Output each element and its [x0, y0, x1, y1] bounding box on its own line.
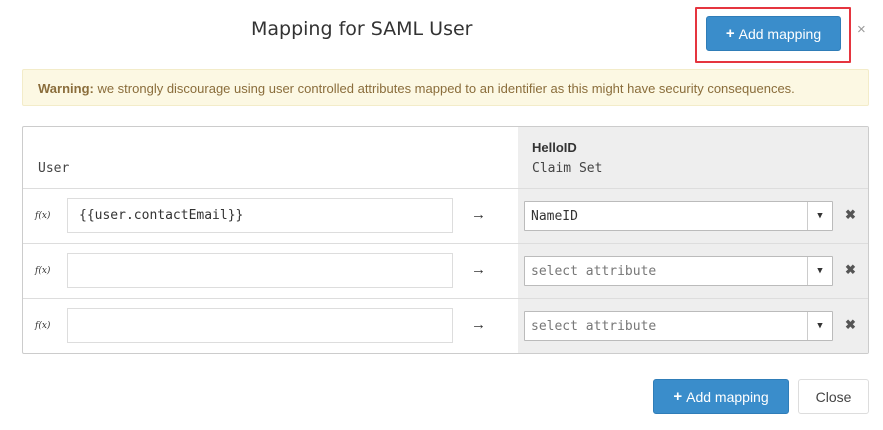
warning-alert: Warning: we strongly discourage using us… [22, 69, 869, 106]
user-expression-input[interactable]: {{user.contactEmail}} [67, 198, 453, 233]
arrow-right-icon: → [471, 261, 486, 278]
warning-prefix: Warning: [38, 81, 94, 96]
mapping-table: User HelloID Claim Set f(x) {{user.conta… [22, 126, 869, 354]
function-icon[interactable]: f(x) [35, 211, 50, 221]
warning-text: we strongly discourage using user contro… [93, 81, 795, 96]
close-icon[interactable]: × [857, 21, 866, 38]
user-expression-input[interactable] [67, 308, 453, 343]
add-mapping-label: Add mapping [738, 25, 822, 42]
caret-down-icon[interactable]: ▼ [807, 312, 832, 340]
add-mapping-button-top[interactable]: + Add mapping [706, 16, 841, 51]
function-icon[interactable]: f(x) [35, 321, 50, 331]
claim-column-subtitle: Claim Set [532, 161, 603, 176]
function-icon[interactable]: f(x) [35, 266, 50, 276]
attribute-select-value: NameID [531, 209, 578, 224]
caret-down-icon[interactable]: ▼ [807, 257, 832, 285]
arrow-right-icon: → [471, 316, 486, 333]
arrow-right-icon: → [471, 206, 486, 223]
plus-icon: + [673, 388, 683, 405]
attribute-select-placeholder: select attribute [531, 319, 657, 334]
remove-icon[interactable]: ✖ [845, 207, 856, 223]
attribute-select[interactable]: select attribute ▼ [524, 311, 833, 341]
remove-icon[interactable]: ✖ [845, 262, 856, 278]
attribute-select[interactable]: select attribute ▼ [524, 256, 833, 286]
close-button[interactable]: Close [798, 379, 869, 414]
attribute-select-placeholder: select attribute [531, 264, 657, 279]
divider [23, 188, 868, 189]
remove-icon[interactable]: ✖ [845, 317, 856, 333]
plus-icon: + [725, 25, 735, 42]
dialog-title: Mapping for SAML User [251, 18, 473, 40]
add-mapping-button-bottom[interactable]: + Add mapping [653, 379, 789, 414]
caret-down-icon[interactable]: ▼ [807, 202, 832, 230]
user-expression-input[interactable] [67, 253, 453, 288]
claim-column-title: HelloID [532, 140, 577, 155]
user-column-header: User [38, 161, 70, 176]
divider [23, 298, 868, 299]
attribute-select[interactable]: NameID ▼ [524, 201, 833, 231]
divider [23, 243, 868, 244]
add-mapping-label: Add mapping [686, 388, 769, 405]
